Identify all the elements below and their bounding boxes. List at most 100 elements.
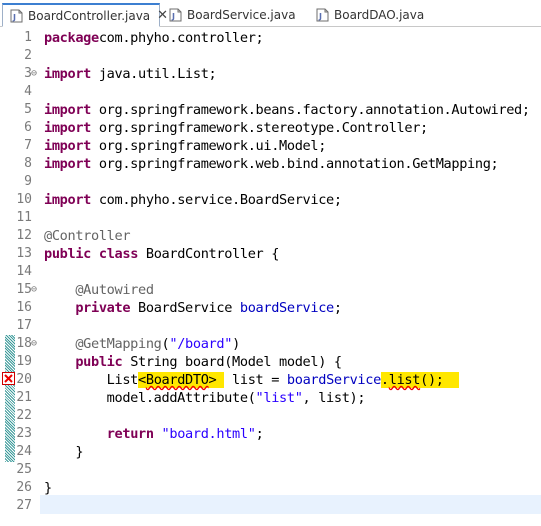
code-line[interactable]: 18 ⊖ @GetMapping("/board") [0, 335, 541, 353]
code-token: } [44, 444, 84, 460]
code-token: "board.html" [161, 426, 256, 442]
line-number: 21 [16, 390, 32, 405]
tab-board-controller[interactable]: J BoardController.java ✕ [2, 3, 168, 27]
code-token: import [44, 192, 92, 208]
code-line[interactable]: 10 import com.phyho.service.BoardService; [0, 191, 541, 209]
code-token: public [44, 246, 92, 262]
line-number: 9 [24, 174, 32, 189]
code-line[interactable]: 6 import org.springframework.stereotype.C… [0, 119, 541, 137]
code-line[interactable]: 21 model.addAttribute("list", list); [0, 389, 541, 407]
code-token: class [98, 246, 139, 262]
code-line[interactable]: 11 [0, 209, 541, 227]
code-token: list = [224, 372, 287, 388]
code-token: private [75, 300, 131, 316]
code-text: private BoardService boardService; [44, 299, 342, 317]
code-line[interactable]: 1 packagecom.phyho.controller; [0, 29, 541, 47]
code-editor[interactable]: 1 packagecom.phyho.controller; 2 3 ⊖ import j… [0, 27, 541, 526]
code-token: org.springframework.stereotype.Controlle… [91, 120, 428, 136]
line-number: 1 [24, 30, 32, 45]
code-line[interactable]: 5 import org.springframework.beans.factor… [0, 101, 541, 119]
code-text: @Controller [44, 227, 131, 245]
code-text: import org.springframework.beans.factory… [44, 101, 530, 119]
code-token: list [388, 372, 421, 388]
tab-board-service[interactable]: J BoardService.java [162, 3, 312, 27]
code-line[interactable]: 26} [0, 479, 541, 497]
line-number: 16 [16, 300, 32, 315]
code-token: ; [333, 300, 342, 316]
code-line[interactable]: 27 [0, 497, 541, 515]
code-token: java.util.List; [91, 66, 217, 82]
code-text: } [44, 443, 83, 461]
code-line[interactable]: 3 ⊖ import java.util.List; [0, 65, 541, 83]
line-number: 26 [16, 480, 32, 495]
code-line[interactable]: 2 [0, 47, 541, 65]
code-line[interactable]: 9 [0, 173, 541, 191]
code-line[interactable]: 13 public class BoardController { [0, 245, 541, 263]
line-number: 6 [24, 120, 32, 135]
line-number: 19 [16, 354, 32, 369]
code-text: return "board.html"; [44, 425, 264, 443]
line-number: 3 [24, 66, 32, 81]
line-number: 4 [24, 84, 32, 99]
fold-collapse-icon[interactable]: ⊖ [31, 335, 37, 353]
code-token: @Controller [44, 228, 131, 244]
code-text: } [44, 479, 52, 497]
code-token: org.springframework.beans.factory.annota… [91, 102, 530, 118]
line-number: 11 [16, 210, 32, 225]
code-token: package [44, 30, 99, 46]
line-number: 27 [16, 498, 32, 513]
code-token: com.phyho.service.BoardService; [91, 192, 342, 208]
code-line[interactable]: 14 [0, 263, 541, 281]
code-line[interactable]: 8 import org.springframework.web.bind.ann… [0, 155, 541, 173]
code-line[interactable]: 12 @Controller [0, 227, 541, 245]
code-token: boardService [286, 372, 381, 388]
fold-collapse-icon[interactable]: ⊖ [31, 65, 37, 83]
line-number: 13 [16, 246, 32, 261]
code-line[interactable]: 16 private BoardService boardService; [0, 299, 541, 317]
line-number: 23 [16, 426, 32, 441]
line-number: 18 [16, 336, 32, 351]
svg-text:J: J [12, 13, 16, 22]
code-token: import [44, 66, 92, 82]
code-line[interactable]: 24 } [0, 443, 541, 461]
code-text: import com.phyho.service.BoardService; [44, 191, 342, 209]
code-line[interactable]: 15 ⊖ @Autowired [0, 281, 541, 299]
line-number: 14 [16, 264, 32, 279]
code-text: @Autowired [44, 281, 154, 299]
line-number: 8 [24, 156, 32, 171]
line-number: 25 [16, 462, 32, 477]
code-token: "list" [255, 390, 303, 406]
code-token: import [44, 120, 92, 136]
code-token: BoardDTO [145, 372, 209, 388]
code-text: @GetMapping("/board") [44, 335, 240, 353]
fold-collapse-icon[interactable]: ⊖ [31, 281, 37, 299]
java-file-icon: J [10, 9, 23, 23]
code-token: BoardController { [138, 246, 280, 262]
line-number: 20 [16, 372, 32, 387]
tab-board-dao[interactable]: J BoardDAO.java [309, 3, 439, 27]
code-token: ) [232, 336, 240, 352]
code-line[interactable]: 23 return "board.html"; [0, 425, 541, 443]
code-line[interactable]: 20 List<BoardDTO> list = boardService.li… [0, 371, 541, 389]
code-line[interactable]: 17 [0, 317, 541, 335]
code-token: "/board" [169, 336, 233, 352]
code-line[interactable]: 19 public String board(Model model) { [0, 353, 541, 371]
code-text: public class BoardController { [44, 245, 279, 263]
code-token: return [106, 426, 154, 442]
code-token: ; [255, 426, 264, 442]
svg-text:J: J [318, 12, 322, 21]
svg-text:J: J [171, 12, 175, 21]
code-line[interactable]: 22 [0, 407, 541, 425]
code-token: } [44, 480, 52, 496]
code-line[interactable]: 4 [0, 83, 541, 101]
code-line[interactable]: 25 [0, 461, 541, 479]
line-number: 24 [16, 444, 32, 459]
code-line[interactable]: 7 import org.springframework.ui.Model; [0, 137, 541, 155]
line-number: 22 [16, 408, 32, 423]
code-token: @GetMapping [75, 336, 162, 352]
java-file-icon: J [316, 8, 329, 22]
code-token: public [75, 354, 123, 370]
